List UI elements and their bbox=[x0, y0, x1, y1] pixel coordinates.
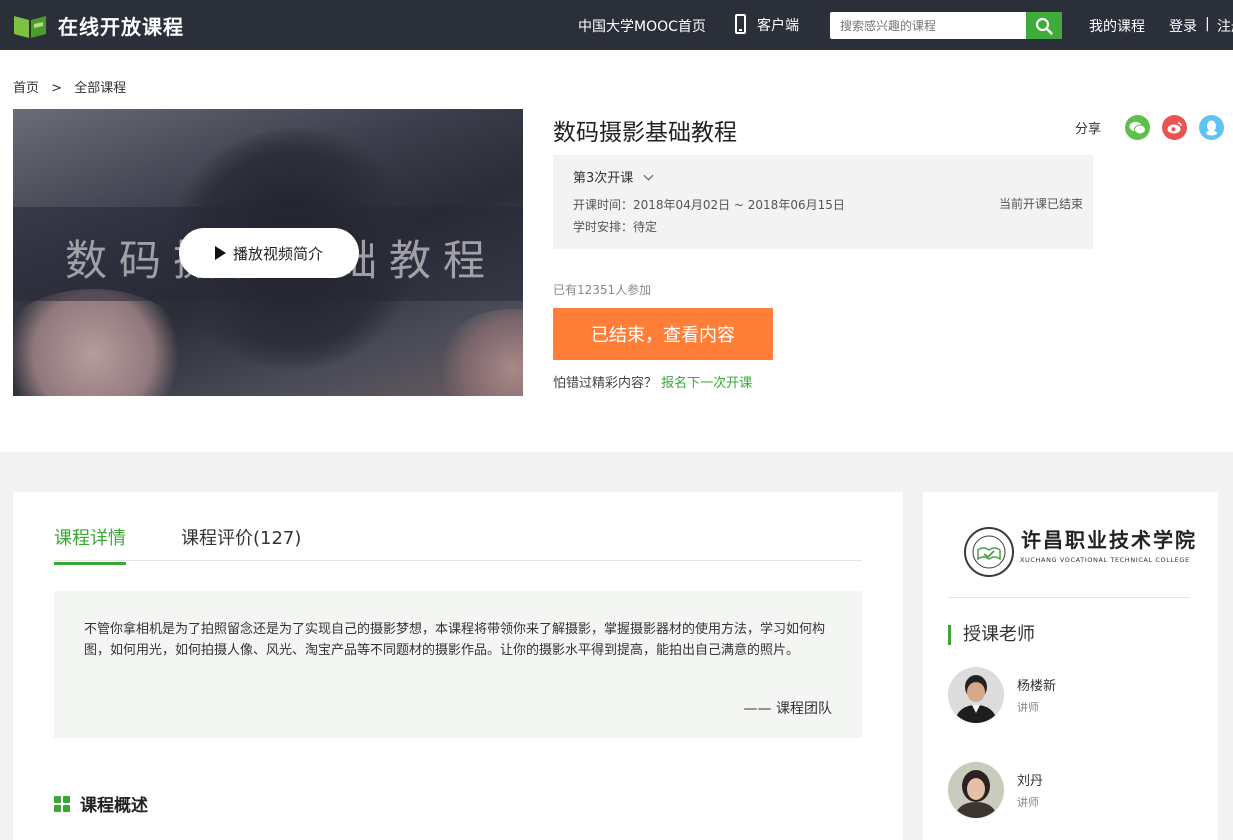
term-selector[interactable]: 第3次开课 bbox=[573, 167, 654, 186]
teacher-item[interactable]: 杨楼新 讲师 bbox=[948, 667, 1056, 723]
tab-course-details[interactable]: 课程详情 bbox=[54, 524, 126, 565]
course-overview-heading: 课程概述 bbox=[54, 791, 148, 816]
tab-course-reviews[interactable]: 课程评价(127) bbox=[181, 524, 301, 562]
teacher-role: 讲师 bbox=[1017, 796, 1039, 809]
teacher-avatar bbox=[948, 762, 1004, 818]
teacher-item[interactable]: 刘丹 讲师 bbox=[948, 762, 1043, 818]
teacher-avatar bbox=[948, 667, 1004, 723]
client-download-link[interactable]: 客户端 bbox=[735, 14, 799, 34]
search-icon bbox=[1035, 17, 1053, 35]
intro-signature: —— 课程团队 bbox=[743, 701, 832, 717]
play-icon bbox=[214, 246, 226, 260]
logo-text: 在线开放课程 bbox=[58, 15, 184, 39]
phone-icon bbox=[735, 14, 746, 34]
book-logo-icon bbox=[12, 12, 48, 40]
term-time-row: 开课时间：2018年04月02日 ~ 2018年06月15日 bbox=[573, 196, 845, 213]
school-name-en: XUCHANG VOCATIONAL TECHNICAL COLLEGE bbox=[1020, 556, 1190, 564]
nav-separator: | bbox=[1205, 16, 1210, 32]
mooc-home-link[interactable]: 中国大学MOOC首页 bbox=[578, 16, 706, 36]
term-time-value: 2018年04月02日 ~ 2018年06月15日 bbox=[633, 198, 845, 212]
course-overview-title: 课程概述 bbox=[80, 796, 148, 816]
hand-image-right bbox=[433, 309, 523, 396]
wechat-share-icon[interactable] bbox=[1125, 115, 1151, 140]
share-label: 分享 bbox=[1075, 122, 1102, 137]
detail-tabs: 课程详情 课程评价(127) bbox=[54, 492, 862, 565]
teacher-info: 杨楼新 讲师 bbox=[1017, 675, 1056, 715]
hand-image-left bbox=[13, 289, 193, 396]
search-button[interactable] bbox=[1026, 12, 1062, 39]
school-name-cn: 许昌职业技术学院 bbox=[1021, 528, 1197, 552]
enrolled-count: 已有12351人参加 bbox=[553, 283, 652, 297]
search-input[interactable] bbox=[830, 12, 1026, 39]
teachers-heading: 授课老师 bbox=[948, 625, 1035, 645]
term-schedule-value: 待定 bbox=[633, 220, 658, 234]
view-content-button[interactable]: 已结束，查看内容 bbox=[553, 308, 773, 360]
enroll-next-term-link[interactable]: 报名下一次开课 bbox=[661, 376, 752, 391]
term-info-box: 第3次开课 开课时间：2018年04月02日 ~ 2018年06月15日 学时安… bbox=[553, 155, 1093, 249]
term-time-label: 开课时间： bbox=[573, 198, 634, 212]
teacher-name: 刘丹 bbox=[1017, 774, 1044, 789]
register-link[interactable]: 注册 bbox=[1217, 16, 1233, 36]
grid-icon bbox=[54, 795, 70, 812]
term-status: 当前开课已结束 bbox=[998, 197, 1083, 211]
qq-share-icon[interactable] bbox=[1199, 115, 1225, 140]
top-navbar: 在线开放课程 中国大学MOOC首页 客户端 我的课程 登录 | 注册 bbox=[0, 0, 1233, 50]
school-emblem-icon bbox=[964, 527, 1014, 577]
term-schedule-row: 学时安排：待定 bbox=[573, 218, 657, 235]
breadcrumb-all-courses[interactable]: 全部课程 bbox=[74, 81, 126, 96]
divider bbox=[948, 597, 1190, 598]
course-title: 数码摄影基础教程 bbox=[553, 120, 737, 146]
weibo-share-icon[interactable] bbox=[1162, 115, 1188, 140]
school-logo[interactable]: 许昌职业技术学院 XUCHANG VOCATIONAL TECHNICAL CO… bbox=[963, 522, 1195, 582]
course-detail-card: 课程详情 课程评价(127) 不管你拿相机是为了拍照留念还是为了实现自己的摄影梦… bbox=[13, 492, 903, 840]
teacher-role: 讲师 bbox=[1017, 701, 1039, 714]
client-label: 客户端 bbox=[757, 18, 799, 34]
breadcrumb-separator: > bbox=[51, 81, 63, 96]
share-bar: 分享 bbox=[1075, 115, 1225, 140]
term-schedule-label: 学时安排： bbox=[573, 220, 634, 234]
breadcrumb-home[interactable]: 首页 bbox=[13, 81, 39, 96]
course-video-preview[interactable]: 数码摄影基础教程 播放视频简介 bbox=[13, 109, 523, 396]
school-teacher-card: 许昌职业技术学院 XUCHANG VOCATIONAL TECHNICAL CO… bbox=[923, 492, 1218, 840]
breadcrumb: 首页 > 全部课程 bbox=[13, 77, 126, 96]
teacher-info: 刘丹 讲师 bbox=[1017, 770, 1043, 810]
chevron-down-icon bbox=[643, 170, 654, 181]
play-button-label: 播放视频简介 bbox=[232, 244, 323, 263]
miss-text: 怕错过精彩内容？ bbox=[553, 376, 658, 391]
search-bar bbox=[830, 12, 1062, 39]
course-intro-box: 不管你拿相机是为了拍照留念还是为了实现自己的摄影梦想，本课程将带领你来了解摄影，… bbox=[54, 591, 862, 738]
next-term-prompt: 怕错过精彩内容？ 报名下一次开课 bbox=[553, 372, 752, 391]
site-logo[interactable]: 在线开放课程 bbox=[12, 11, 184, 40]
login-link[interactable]: 登录 bbox=[1169, 16, 1197, 36]
play-intro-video-button[interactable]: 播放视频简介 bbox=[179, 228, 359, 278]
teacher-name: 杨楼新 bbox=[1017, 679, 1057, 694]
course-intro-text: 不管你拿相机是为了拍照留念还是为了实现自己的摄影梦想，本课程将带领你来了解摄影，… bbox=[84, 622, 826, 658]
term-label: 第3次开课 bbox=[573, 171, 634, 186]
my-courses-link[interactable]: 我的课程 bbox=[1089, 16, 1145, 36]
